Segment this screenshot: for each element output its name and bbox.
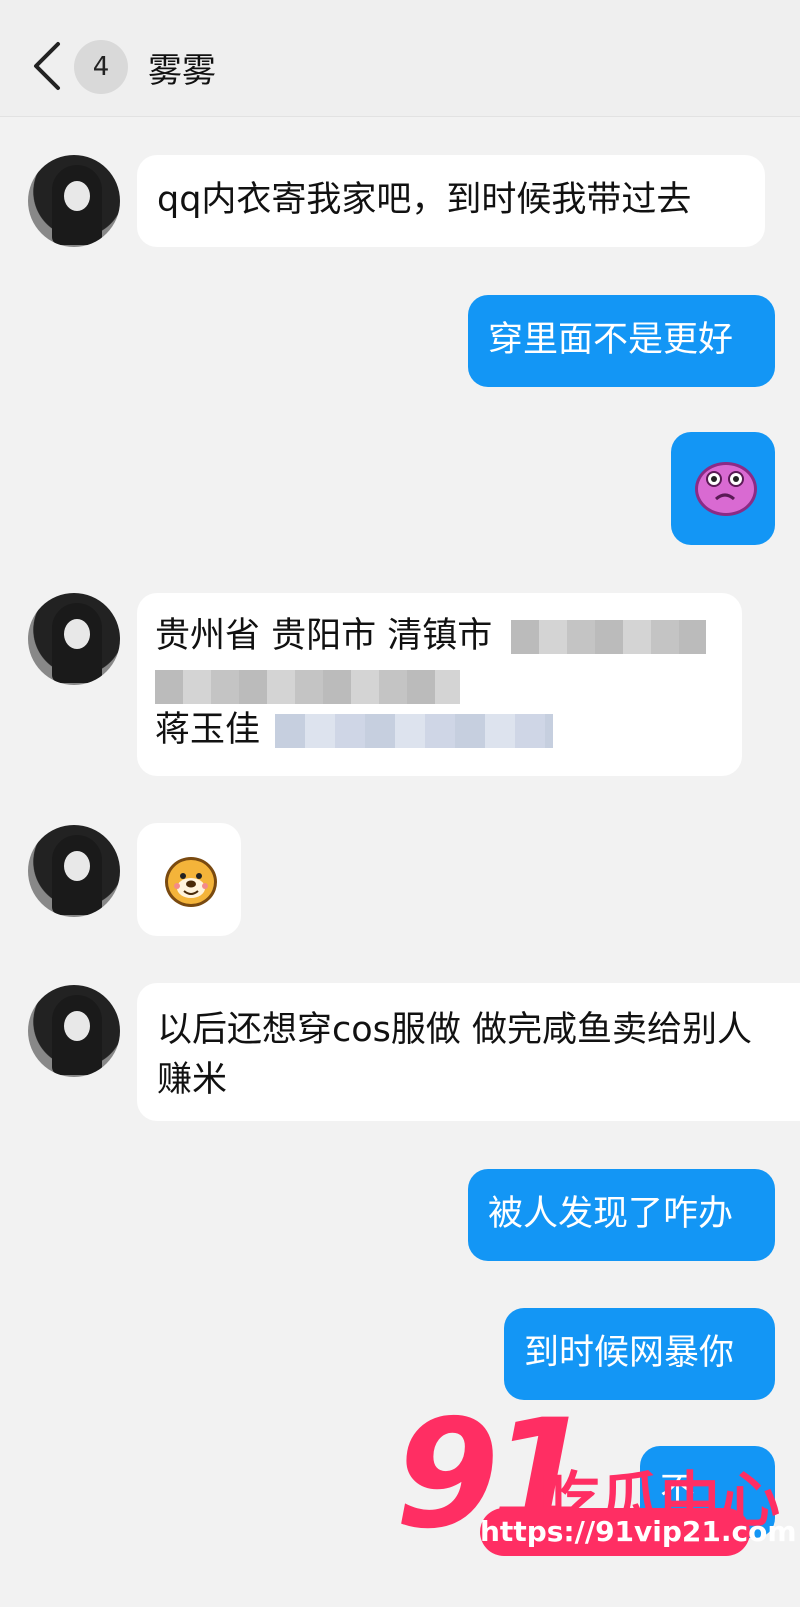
redacted-block	[155, 670, 460, 704]
message-bubble-outgoing[interactable]: 被人发现了咋办	[468, 1169, 775, 1261]
message-bubble-incoming[interactable]: 以后还想穿cos服做 做完咸鱼卖给别人赚米	[137, 983, 800, 1121]
message-text: qq内衣寄我家吧，到时候我带过去	[157, 180, 692, 220]
sticker-bubble-outgoing[interactable]	[671, 432, 775, 545]
contact-name: 雾雾	[148, 51, 216, 91]
message-bubble-outgoing[interactable]: 穿里面不是更好	[468, 295, 775, 387]
dog-face-sticker-icon	[165, 857, 217, 907]
message-text: 以后还想穿cos服做 做完咸鱼卖给别人赚米	[157, 1010, 753, 1100]
back-button[interactable]	[30, 40, 70, 92]
message-bubble-outgoing[interactable]: 到时候网暴你	[504, 1308, 775, 1400]
message-text: 穿里面不是更好	[488, 320, 734, 360]
redacted-block	[511, 620, 707, 654]
contact-avatar[interactable]	[28, 985, 120, 1077]
redacted-block	[275, 714, 554, 748]
chevron-left-icon	[34, 42, 60, 90]
contact-avatar[interactable]	[28, 593, 120, 685]
contact-avatar[interactable]	[28, 155, 120, 247]
chat-header: 4 雾雾	[0, 0, 800, 117]
message-text: 到时候网暴你	[524, 1333, 735, 1373]
sticker-bubble-incoming[interactable]	[137, 823, 241, 936]
message-bubble-incoming[interactable]: qq内衣寄我家吧，到时候我带过去	[137, 155, 765, 247]
recipient-name: 蒋玉佳	[155, 710, 261, 750]
message-text: 被人发现了咋办	[488, 1194, 734, 1234]
contact-avatar[interactable]	[28, 825, 120, 917]
unread-count-badge[interactable]: 4	[74, 40, 128, 94]
watermark-url: https://91vip21.com	[480, 1508, 797, 1556]
message-bubble-incoming[interactable]: 贵州省 贵阳市 清镇市 蒋玉佳	[137, 593, 742, 776]
address-text: 贵州省 贵阳市 清镇市	[155, 616, 493, 656]
pink-frog-sticker-icon	[695, 462, 757, 516]
